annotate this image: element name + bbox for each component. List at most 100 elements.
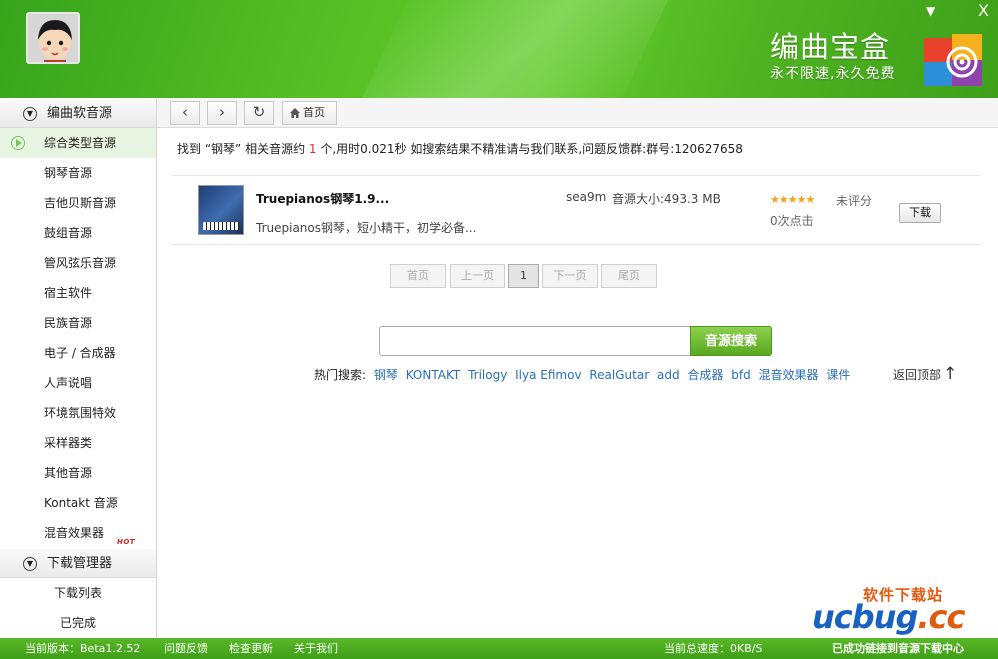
sidebar-item-drums[interactable]: 鼓组音源 [0,218,156,248]
chevron-left-icon: ‹ [182,103,188,121]
avatar[interactable] [26,12,80,64]
refresh-button[interactable]: ↻ [244,101,274,125]
sidebar-item-label: 采样器类 [44,436,93,450]
hot-search-term[interactable]: add [657,368,680,382]
sidebar-item-mixing-effects[interactable]: 混音效果器 HOT [0,518,156,548]
search-summary-prefix: 找到 “钢琴” 相关音源约 [177,142,309,156]
play-icon [11,136,25,150]
sound-size: 音源大小:493.3 MB [612,192,721,206]
back-to-top-link[interactable]: 返回顶部 ↑ [893,364,957,384]
sidebar-group-label: 下载管理器 [47,556,113,571]
nav-toolbar: ‹ › ↻ 首页 [157,98,998,128]
header-sheen [342,0,678,98]
result-row: Truepianos钢琴1.9... Truepianos钢琴，短小精干，初学必… [172,175,980,245]
sidebar-item-label: 环境氛围特效 [44,406,117,420]
search-input[interactable] [379,326,693,356]
about-link[interactable]: 关于我们 [294,638,338,659]
sidebar-item-other[interactable]: 其他音源 [0,458,156,488]
sidebar-item-download-list[interactable]: 下载列表 [0,578,156,608]
click-count: 0次点击 [770,214,814,228]
search-summary-suffix: 个,用时0.021秒 如搜索结果不精准请与我们联系,问题反馈群:群号:12062… [316,142,743,156]
download-speed: 当前总速度：0KB/S [664,642,763,655]
hot-search-term[interactable]: 课件 [826,368,850,382]
hot-search-term[interactable]: 合成器 [687,368,723,382]
sidebar-item-ethnic[interactable]: 民族音源 [0,308,156,338]
home-button[interactable]: 首页 [282,101,337,125]
hot-search-term[interactable]: RealGutar [589,368,649,382]
close-button[interactable]: X [978,2,989,20]
sidebar-item-kontakt[interactable]: Kontakt 音源 [0,488,156,518]
download-button[interactable]: 下载 [899,203,941,223]
prev-page-button[interactable]: 上一页 [450,264,505,288]
sidebar-group-label: 编曲软音源 [47,106,113,121]
sidebar-item-orchestral[interactable]: 管风弦乐音源 [0,248,156,278]
status-bar: 当前版本：Beta1.2.52 问题反馈 检查更新 关于我们 当前总速度：0KB… [0,638,998,659]
brand: 编曲宝盒 永不限速,永久免费 [770,30,895,84]
sidebar-item-samplers[interactable]: 采样器类 [0,428,156,458]
sidebar-item-piano[interactable]: 钢琴音源 [0,158,156,188]
logo-icon [924,34,982,86]
sidebar-item-label: 综合类型音源 [44,136,117,150]
check-update-link[interactable]: 检查更新 [229,638,273,659]
avatar-cartoon-icon [28,14,78,62]
brand-slogan: 永不限速,永久免费 [770,66,896,82]
sidebar-item-all-types[interactable]: 综合类型音源 [0,128,156,158]
home-label: 首页 [303,106,325,119]
hot-search-label: 热门搜索: [314,368,367,382]
brand-title: 编曲宝盒 [770,30,891,64]
search-button[interactable]: 音源搜索 [690,326,772,356]
search-summary: 找到 “钢琴” 相关音源约 1 个,用时0.021秒 如搜索结果不精准请与我们联… [177,140,743,157]
first-page-button[interactable]: 首页 [390,264,446,288]
version-text: 当前版本：Beta1.2.52 [25,642,141,655]
uploader-name: sea9m [566,190,607,204]
sidebar-item-host-software[interactable]: 宿主软件 [0,278,156,308]
sidebar-item-label: 电子 / 合成器 [44,346,116,360]
hot-search-term[interactable]: bfd [731,368,750,382]
sidebar-item-label: 钢琴音源 [44,166,93,180]
hot-search-bar: 热门搜索: 钢琴 KONTAKT Trilogy Ilya Efimov Rea… [314,366,850,383]
sidebar-item-vocals-rap[interactable]: 人声说唱 [0,368,156,398]
star-rating-icon: ★★★★★ [770,193,815,206]
sound-name[interactable]: Truepianos钢琴1.9... [256,190,389,207]
sidebar-item-electronic-synth[interactable]: 电子 / 合成器 [0,338,156,368]
hot-search-term[interactable]: Ilya Efimov [515,368,581,382]
sidebar-group-software-sounds[interactable]: ▼ 编曲软音源 [0,98,156,128]
sidebar-item-label: 管风弦乐音源 [44,256,117,270]
sidebar-item-label: 鼓组音源 [44,226,93,240]
back-to-top-label: 返回顶部 [893,368,942,382]
current-page[interactable]: 1 [508,264,539,288]
chevron-down-icon: ▼ [23,557,37,571]
hot-search-term[interactable]: KONTAKT [406,368,461,382]
sidebar-item-completed[interactable]: 已完成 [0,608,156,638]
back-button[interactable]: ‹ [170,101,200,125]
chevron-down-icon: ▼ [23,107,37,121]
feedback-link[interactable]: 问题反馈 [164,638,208,659]
sound-cover-thumbnail[interactable] [198,185,244,235]
hot-search-term[interactable]: 混音效果器 [759,368,819,382]
last-page-button[interactable]: 尾页 [601,264,657,288]
connection-status: 已成功链接到音源下载中心 [832,642,964,655]
sidebar: ▼ 编曲软音源 综合类型音源 钢琴音源 吉他贝斯音源 鼓组音源 管风弦乐音源 宿… [0,98,157,638]
result-count: 1 [308,142,317,156]
forward-button[interactable]: › [207,101,237,125]
sidebar-item-ambient-fx[interactable]: 环境氛围特效 [0,398,156,428]
next-page-button[interactable]: 下一页 [542,264,598,288]
sidebar-item-label: 其他音源 [44,466,93,480]
hot-search-term[interactable]: 钢琴 [374,368,398,382]
home-icon [290,108,300,118]
refresh-icon: ↻ [252,103,266,121]
rating-text: 未评分 [836,194,873,208]
sidebar-item-label: 民族音源 [44,316,93,330]
header: 编曲宝盒 永不限速,永久免费 ▼ X [0,0,998,98]
sidebar-item-label: Kontakt 音源 [44,496,118,510]
sidebar-group-download-manager[interactable]: ▼ 下载管理器 [0,548,156,578]
sidebar-item-guitar-bass[interactable]: 吉他贝斯音源 [0,188,156,218]
sidebar-item-label: 人声说唱 [44,376,93,390]
arrow-up-icon: ↑ [943,364,958,384]
minimize-button[interactable]: ▼ [926,2,935,20]
sidebar-item-label: 混音效果器 [44,526,105,540]
sidebar-item-label: 宿主软件 [44,286,93,300]
main-panel: ‹ › ↻ 首页 找到 “钢琴” 相关音源约 1 个,用时0.021秒 如搜索结… [157,98,998,638]
hot-search-term[interactable]: Trilogy [468,368,507,382]
chevron-right-icon: › [219,103,225,121]
